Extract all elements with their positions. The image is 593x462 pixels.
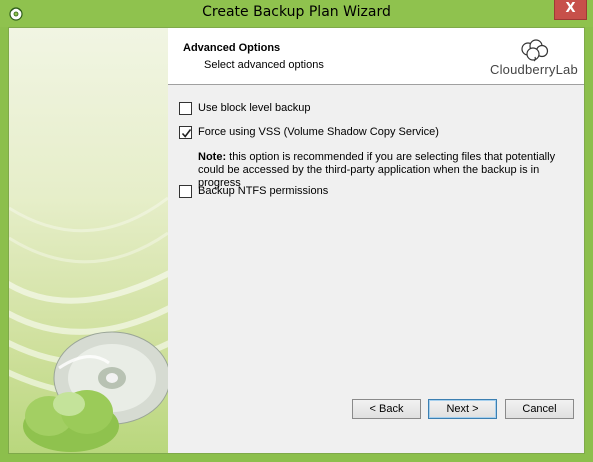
ntfs-permissions-label[interactable]: Backup NTFS permissions [198,185,328,197]
cloudberry-logo: CloudberryLab [484,36,580,80]
page-subtitle: Select advanced options [204,59,324,71]
next-button[interactable]: Next > [428,399,497,419]
block-level-backup-checkbox[interactable] [179,102,192,115]
wizard-header: Advanced Options Select advanced options… [168,28,584,85]
checkmark-icon [181,129,192,138]
cloudberry-logo-icon [521,39,549,62]
wizard-sidebar-art [9,28,168,453]
force-vss-checkbox[interactable] [179,126,192,139]
close-button[interactable]: X [554,0,587,20]
logo-text: CloudberryLab [490,62,578,77]
back-button[interactable]: < Back [352,399,421,419]
page-title: Advanced Options [183,42,281,54]
note-prefix: Note: [198,151,227,163]
window-title: Create Backup Plan Wizard [202,4,391,20]
block-level-backup-label[interactable]: Use block level backup [198,102,311,114]
cd-illustration [9,196,168,452]
wizard-frame: Advanced Options Select advanced options… [8,27,585,454]
ntfs-permissions-checkbox[interactable] [179,185,192,198]
close-icon: X [565,1,576,16]
force-vss-label[interactable]: Force using VSS (Volume Shadow Copy Serv… [198,126,439,138]
note-text: this option is recommended if you are se… [198,151,556,189]
title-bar[interactable]: Create Backup Plan Wizard X [0,0,593,27]
cancel-button[interactable]: Cancel [505,399,574,419]
